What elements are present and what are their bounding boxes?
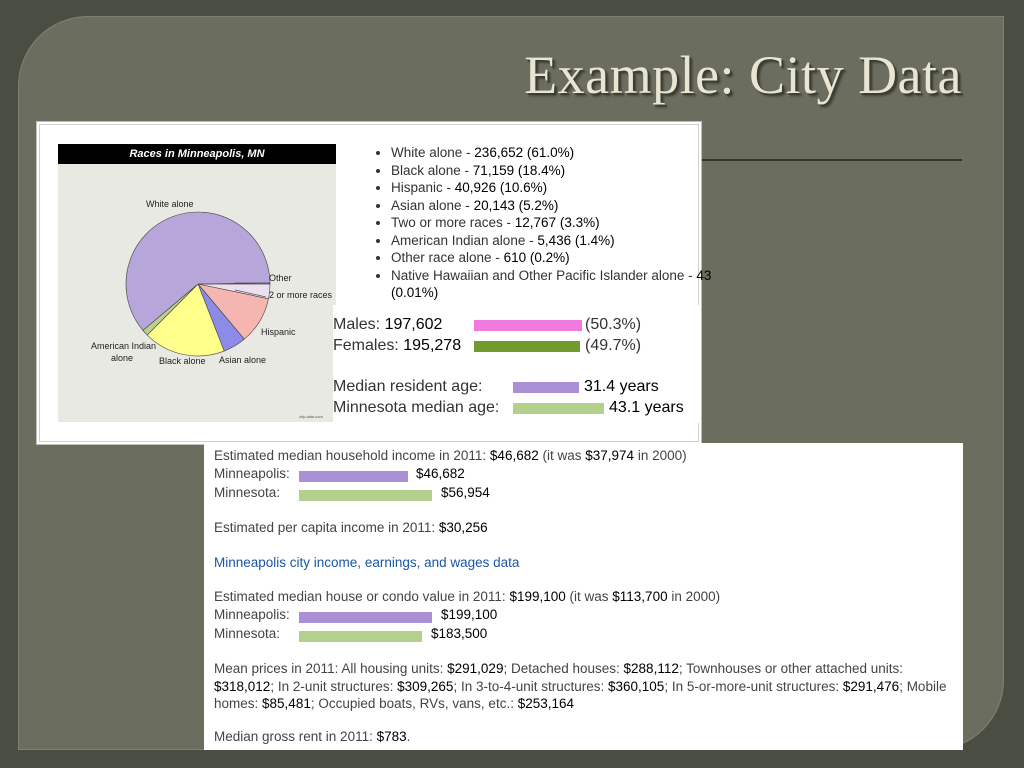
races-panel: Races in Minneapolis, MN White alone Oth… <box>36 121 711 445</box>
race-list-item: Native Hawaiian and Other Pacific Island… <box>391 267 721 302</box>
median-age-value: 31.4 years <box>584 378 659 395</box>
household-income-line: Estimated median household income in 201… <box>214 448 687 463</box>
house-value-line: Estimated median house or condo value in… <box>214 589 721 604</box>
mn-age-bar <box>513 403 604 414</box>
label-hispanic: Hispanic <box>261 327 296 337</box>
race-list-item: Two or more races - 12,767 (3.3%) <box>391 214 721 232</box>
per-capita-line: Estimated per capita income in 2011: $30… <box>214 520 488 535</box>
race-list-item: Hispanic - 40,926 (10.6%) <box>391 179 721 197</box>
males-label: Males: <box>333 316 385 333</box>
median-age-label: Median resident age: <box>333 378 483 395</box>
median-age-bar <box>513 382 579 393</box>
city-household-value: $46,682 <box>416 466 465 481</box>
pie-slices <box>125 211 271 357</box>
label-white: White alone <box>146 199 194 209</box>
race-list-item: Asian alone - 20,143 (5.2%) <box>391 197 721 215</box>
city-house-label: Minneapolis: <box>214 607 290 622</box>
females-bar <box>474 341 581 352</box>
females-pct: (49.7%) <box>585 337 642 354</box>
mean-prices-text: Mean prices in 2011: All housing units: … <box>214 661 947 711</box>
race-list-item: White alone - 236,652 (61.0%) <box>391 144 721 162</box>
race-list-item: Other race alone - 610 (0.2%) <box>391 249 721 267</box>
income-wages-link[interactable]: Minneapolis city income, earnings, and w… <box>214 555 519 570</box>
females-label: Females: <box>333 337 404 354</box>
males-value: 197,602 <box>384 316 443 333</box>
males-bar <box>474 320 582 331</box>
race-list-item: American Indian alone - 5,436 (1.4%) <box>391 232 721 250</box>
state-house-bar <box>299 631 422 642</box>
city-household-bar <box>299 471 408 482</box>
races-list: White alone - 236,652 (61.0%)Black alone… <box>371 144 721 302</box>
races-pie-chart: Races in Minneapolis, MN White alone Oth… <box>58 144 336 422</box>
label-american-indian-2: alone <box>111 353 133 363</box>
state-house-label: Minnesota: <box>214 626 281 641</box>
state-household-bar <box>299 490 432 501</box>
race-list-item: Black alone - 71,159 (18.4%) <box>391 162 721 180</box>
pie-chart-svg: White alone Other 2 or more races Hispan… <box>91 199 333 366</box>
label-black: Black alone <box>159 356 206 366</box>
label-two-or-more: 2 or more races <box>269 290 333 300</box>
city-house-value: $199,100 <box>441 607 498 622</box>
label-american-indian-1: American Indian <box>91 341 156 351</box>
females-value: 195,278 <box>403 337 462 354</box>
females-row: Females: 195,278 <box>333 337 461 355</box>
city-household-label: Minneapolis: <box>214 466 290 481</box>
slide-title: Example: City Data <box>524 45 962 105</box>
mn-age-label: Minnesota median age: <box>333 399 500 416</box>
state-household-value: $56,954 <box>441 485 490 500</box>
males-row: Males: 197,602 <box>333 316 442 334</box>
watermark: city-data.com <box>299 414 323 419</box>
label-asian: Asian alone <box>219 355 266 365</box>
state-household-label: Minnesota: <box>214 485 281 500</box>
mn-age-value: 43.1 years <box>609 399 684 416</box>
label-other: Other <box>269 273 292 283</box>
males-pct: (50.3%) <box>585 316 642 333</box>
sex-age-panel: Males: 197,602 (50.3%) Females: 195,278 … <box>333 305 699 423</box>
state-house-value: $183,500 <box>431 626 488 641</box>
city-house-bar <box>299 612 432 623</box>
chart-title: Races in Minneapolis, MN <box>58 144 336 164</box>
title-divider <box>700 159 962 161</box>
gross-rent-line: Median gross rent in 2011: $783. <box>214 729 411 744</box>
income-panel: Estimated median household income in 201… <box>204 443 963 750</box>
